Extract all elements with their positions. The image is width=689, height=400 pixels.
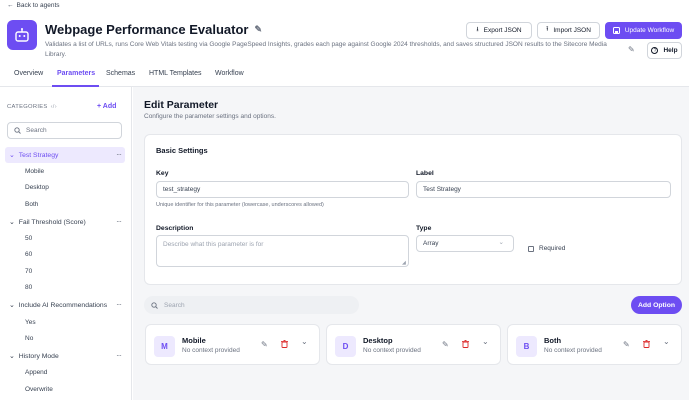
tab-bar: Overview Parameters Schemas HTML Templat… (0, 65, 689, 87)
option-card[interactable]: D Desktop No context provided ✎ ⌄ (326, 324, 501, 365)
chevron-down-icon: ⌄ (498, 239, 504, 246)
required-checkbox-row[interactable]: Required (528, 245, 565, 252)
option-context: No context provided (363, 347, 421, 354)
update-workflow-button[interactable]: Update Workflow (605, 22, 682, 39)
page-title-row: Webpage Performance Evaluator ✎ (45, 22, 262, 37)
option-context: No context provided (544, 347, 602, 354)
app-icon (7, 20, 37, 50)
categories-heading: CATEGORIES ‹/› (7, 104, 57, 110)
help-button[interactable]: ? Help (647, 42, 682, 59)
category-option[interactable]: Yes (25, 319, 36, 326)
option-avatar: D (335, 336, 356, 357)
resize-handle-icon[interactable]: ◢ (402, 260, 406, 266)
description-textarea[interactable]: Describe what this parameter is for (156, 235, 409, 267)
category-option[interactable]: 50 (25, 235, 32, 242)
key-hint: Unique identifier for this parameter (lo… (156, 202, 324, 208)
edit-description-icon[interactable]: ✎ (628, 45, 635, 54)
option-name: Desktop (363, 336, 393, 345)
chevron-down-icon: ⌄ (9, 152, 15, 159)
tab-html-templates[interactable]: HTML Templates (149, 70, 202, 77)
trash-icon[interactable] (462, 340, 469, 348)
more-icon[interactable]: ··· (116, 300, 122, 309)
download-icon: ⭳ (476, 26, 479, 33)
category-option[interactable]: Overwrite (25, 386, 53, 393)
option-name: Mobile (182, 336, 206, 345)
arrow-left-icon: ← (7, 2, 14, 9)
search-icon (151, 301, 158, 309)
tab-parameters[interactable]: Parameters (57, 70, 95, 77)
category-fail-threshold[interactable]: ⌄ Fail Threshold (Score) ··· (5, 214, 125, 230)
back-label: Back to agents (16, 2, 60, 9)
edit-icon[interactable]: ✎ (442, 340, 449, 349)
chevron-down-icon: ⌄ (9, 353, 15, 360)
category-option[interactable]: No (25, 335, 33, 342)
option-card[interactable]: B Both No context provided ✎ ⌄ (507, 324, 682, 365)
page-description: Validates a list of URLs, runs Core Web … (45, 41, 607, 58)
description-label: Description (156, 225, 194, 232)
upload-icon: ⭱ (546, 26, 549, 33)
key-label: Key (156, 170, 169, 177)
edit-parameter-subheading: Configure the parameter settings and opt… (144, 113, 276, 120)
tab-workflow[interactable]: Workflow (215, 70, 244, 77)
option-card[interactable]: M Mobile No context provided ✎ ⌄ (145, 324, 320, 365)
category-option[interactable]: Append (25, 369, 47, 376)
chevron-down-icon: ⌄ (9, 302, 15, 309)
type-select[interactable]: Array ⌄ (416, 235, 514, 252)
more-icon[interactable]: ··· (116, 351, 122, 360)
import-json-button[interactable]: ⭱ Import JSON (537, 22, 600, 39)
edit-title-icon[interactable]: ✎ (255, 24, 263, 35)
category-option[interactable]: Mobile (25, 168, 44, 175)
category-test-strategy[interactable]: ⌄ Test Strategy ··· (5, 147, 125, 163)
option-context: No context provided (182, 347, 240, 354)
chevron-down-icon[interactable]: ⌄ (663, 337, 670, 346)
required-checkbox[interactable] (528, 245, 534, 252)
type-label: Type (416, 225, 432, 232)
tab-overview[interactable]: Overview (14, 70, 43, 77)
category-search-input[interactable]: Search (7, 122, 122, 139)
code-icon: ‹/› (50, 104, 57, 110)
label-label: Label (416, 170, 434, 177)
edit-parameter-heading: Edit Parameter (144, 99, 219, 111)
category-option[interactable]: 60 (25, 251, 32, 258)
edit-icon[interactable]: ✎ (261, 340, 268, 349)
add-option-button[interactable]: Add Option (631, 296, 682, 314)
category-option[interactable]: 80 (25, 284, 32, 291)
category-option[interactable]: Both (25, 201, 38, 208)
add-category-button[interactable]: + Add (97, 103, 116, 110)
category-option[interactable]: 70 (25, 268, 32, 275)
category-option[interactable]: Desktop (25, 184, 49, 191)
chevron-down-icon: ⌄ (9, 219, 15, 226)
edit-icon[interactable]: ✎ (623, 340, 630, 349)
category-include-ai-recommendations[interactable]: ⌄ Include AI Recommendations ··· (5, 297, 125, 313)
basic-settings-title: Basic Settings (156, 146, 208, 155)
more-icon[interactable]: ··· (116, 150, 122, 159)
chevron-down-icon[interactable]: ⌄ (482, 337, 489, 346)
more-icon[interactable]: ··· (116, 217, 122, 226)
key-input[interactable]: test_strategy (156, 181, 409, 198)
page-title: Webpage Performance Evaluator (45, 22, 249, 37)
option-search-input[interactable]: Search (144, 296, 359, 314)
help-icon: ? (651, 47, 659, 54)
tab-schemas[interactable]: Schemas (106, 70, 135, 77)
trash-icon[interactable] (643, 340, 650, 348)
label-input[interactable]: Test Strategy (416, 181, 671, 198)
option-name: Both (544, 336, 562, 345)
save-icon (612, 27, 620, 34)
chevron-down-icon[interactable]: ⌄ (301, 337, 308, 346)
robot-icon (15, 28, 29, 42)
option-avatar: M (154, 336, 175, 357)
search-icon (14, 127, 21, 134)
category-history-mode[interactable]: ⌄ History Mode ··· (5, 348, 125, 364)
export-json-button[interactable]: ⭳ Export JSON (466, 22, 532, 39)
option-avatar: B (516, 336, 537, 357)
trash-icon[interactable] (281, 340, 288, 348)
back-link[interactable]: ← Back to agents (7, 2, 60, 9)
